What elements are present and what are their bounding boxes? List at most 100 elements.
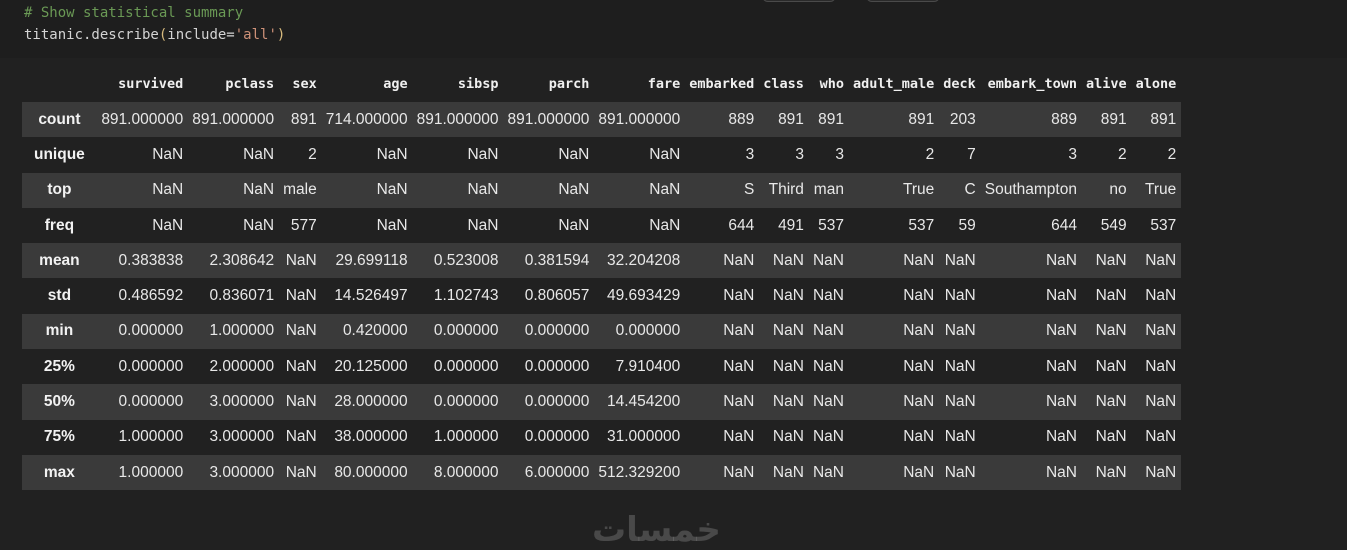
table-cell: NaN: [903, 287, 935, 305]
table-cell: NaN: [903, 251, 935, 269]
table-cell: NaN: [772, 251, 804, 269]
table-cell: NaN: [285, 251, 317, 269]
row-label: unique: [34, 145, 85, 163]
table-cell: 49.693429: [606, 287, 681, 305]
row-label: freq: [44, 216, 75, 234]
table-cell: 0.381594: [524, 251, 590, 269]
code-statement: titanic.describe(include='all'): [24, 26, 285, 44]
table-cell: NaN: [649, 216, 681, 234]
table-cell: 0.806057: [524, 287, 590, 305]
table-cell: NaN: [1095, 322, 1127, 340]
table-cell: 3.000000: [209, 463, 275, 481]
code-arg-name: include=: [167, 27, 235, 43]
table-cell: 59: [958, 216, 976, 234]
table-cell: NaN: [812, 463, 844, 481]
describe-table: survived pclass sex age sibsp parch fare embark…: [22, 66, 1181, 491]
table-cell: C: [964, 181, 976, 199]
table-cell: 891: [908, 110, 935, 128]
table-cell: NaN: [944, 428, 976, 446]
table-cell: NaN: [1095, 287, 1127, 305]
code-cell[interactable]: # Show statistical summary titanic.descr…: [0, 0, 1347, 58]
table-cell: NaN: [1145, 393, 1177, 411]
table-row: 25% 0.000000 2.000000 NaN 20.125000 0.000000 0…: [22, 349, 1181, 385]
column-header: adult_male: [852, 76, 935, 92]
table-cell: NaN: [1045, 463, 1077, 481]
table-cell: NaN: [772, 428, 804, 446]
table-cell: 891.000000: [507, 110, 590, 128]
table-cell: NaN: [812, 287, 844, 305]
table-cell: 889: [728, 110, 755, 128]
table-row: freq NaN NaN 577 NaN NaN NaN NaN 644 491 537 537 59 6…: [22, 207, 1181, 244]
table-cell: 7: [967, 145, 976, 163]
table-cell: NaN: [649, 145, 681, 163]
table-cell: 891.000000: [101, 110, 184, 128]
table-cell: NaN: [467, 181, 499, 199]
table-cell: NaN: [944, 322, 976, 340]
table-cell: NaN: [285, 287, 317, 305]
table-cell: 2.308642: [209, 251, 275, 269]
row-label: 75%: [43, 428, 75, 446]
table-cell: 0.000000: [524, 357, 590, 375]
row-label: top: [47, 181, 72, 199]
table-cell: True: [1144, 181, 1177, 199]
table-cell: 7.910400: [615, 357, 681, 375]
table-cell: NaN: [944, 393, 976, 411]
table-cell: NaN: [1145, 357, 1177, 375]
table-cell: 80.000000: [334, 463, 408, 481]
cell-toolbar-button[interactable]: [762, 0, 836, 2]
table-cell: NaN: [467, 216, 499, 234]
table-cell: NaN: [944, 357, 976, 375]
table-cell: NaN: [723, 463, 755, 481]
table-cell: 2: [1117, 145, 1127, 163]
table-cell: 0.000000: [524, 428, 590, 446]
table-cell: 0.000000: [118, 393, 184, 411]
table-cell: 0.383838: [118, 251, 184, 269]
table-cell: NaN: [243, 145, 275, 163]
table-cell: 3: [795, 145, 804, 163]
table-cell: NaN: [1045, 287, 1077, 305]
table-cell: NaN: [1145, 251, 1177, 269]
column-header: who: [819, 76, 844, 92]
table-cell: 0.523008: [433, 251, 499, 269]
column-header: sibsp: [457, 76, 499, 92]
table-cell: male: [283, 181, 317, 199]
cell-toolbar-button[interactable]: [866, 0, 940, 2]
table-cell: 0.836071: [209, 287, 275, 305]
table-row: std 0.486592 0.836071 NaN 14.526497 1.102743 0…: [22, 278, 1181, 314]
column-header: embark_town: [987, 76, 1077, 92]
table-row: min 0.000000 1.000000 NaN 0.420000 0.000000 0.…: [22, 313, 1181, 350]
table-cell: 38.000000: [334, 428, 408, 446]
table-cell: 491: [778, 216, 804, 234]
table-cell: 2.000000: [209, 357, 275, 375]
table-cell: 6.000000: [524, 463, 590, 481]
table-cell: NaN: [812, 251, 844, 269]
table-cell: 537: [818, 216, 844, 234]
table-cell: NaN: [152, 145, 184, 163]
table-cell: 891: [1150, 110, 1177, 128]
table-cell: NaN: [772, 287, 804, 305]
table-cell: 0.420000: [342, 322, 408, 340]
table-cell: NaN: [558, 181, 590, 199]
table-cell: 537: [908, 216, 935, 234]
table-cell: 32.204208: [606, 251, 681, 269]
code-comment: # Show statistical summary: [24, 5, 244, 21]
table-cell: NaN: [812, 322, 844, 340]
table-cell: NaN: [944, 287, 976, 305]
table-cell: NaN: [772, 393, 804, 411]
table-cell: 714.000000: [325, 110, 408, 128]
table-cell: NaN: [903, 463, 935, 481]
row-label: 50%: [43, 393, 75, 411]
table-cell: man: [813, 181, 844, 199]
table-cell: 891: [818, 110, 844, 128]
table-cell: 537: [1150, 216, 1177, 234]
table-cell: 3.000000: [209, 428, 275, 446]
table-cell: NaN: [649, 181, 681, 199]
table-cell: NaN: [1095, 428, 1127, 446]
table-cell: 29.699118: [335, 251, 408, 269]
table-cell: NaN: [723, 322, 755, 340]
table-cell: 3.000000: [209, 393, 275, 411]
table-cell: Third: [768, 181, 804, 199]
table-cell: NaN: [1095, 251, 1127, 269]
table-cell: 0.000000: [433, 357, 499, 375]
table-cell: NaN: [1095, 463, 1127, 481]
